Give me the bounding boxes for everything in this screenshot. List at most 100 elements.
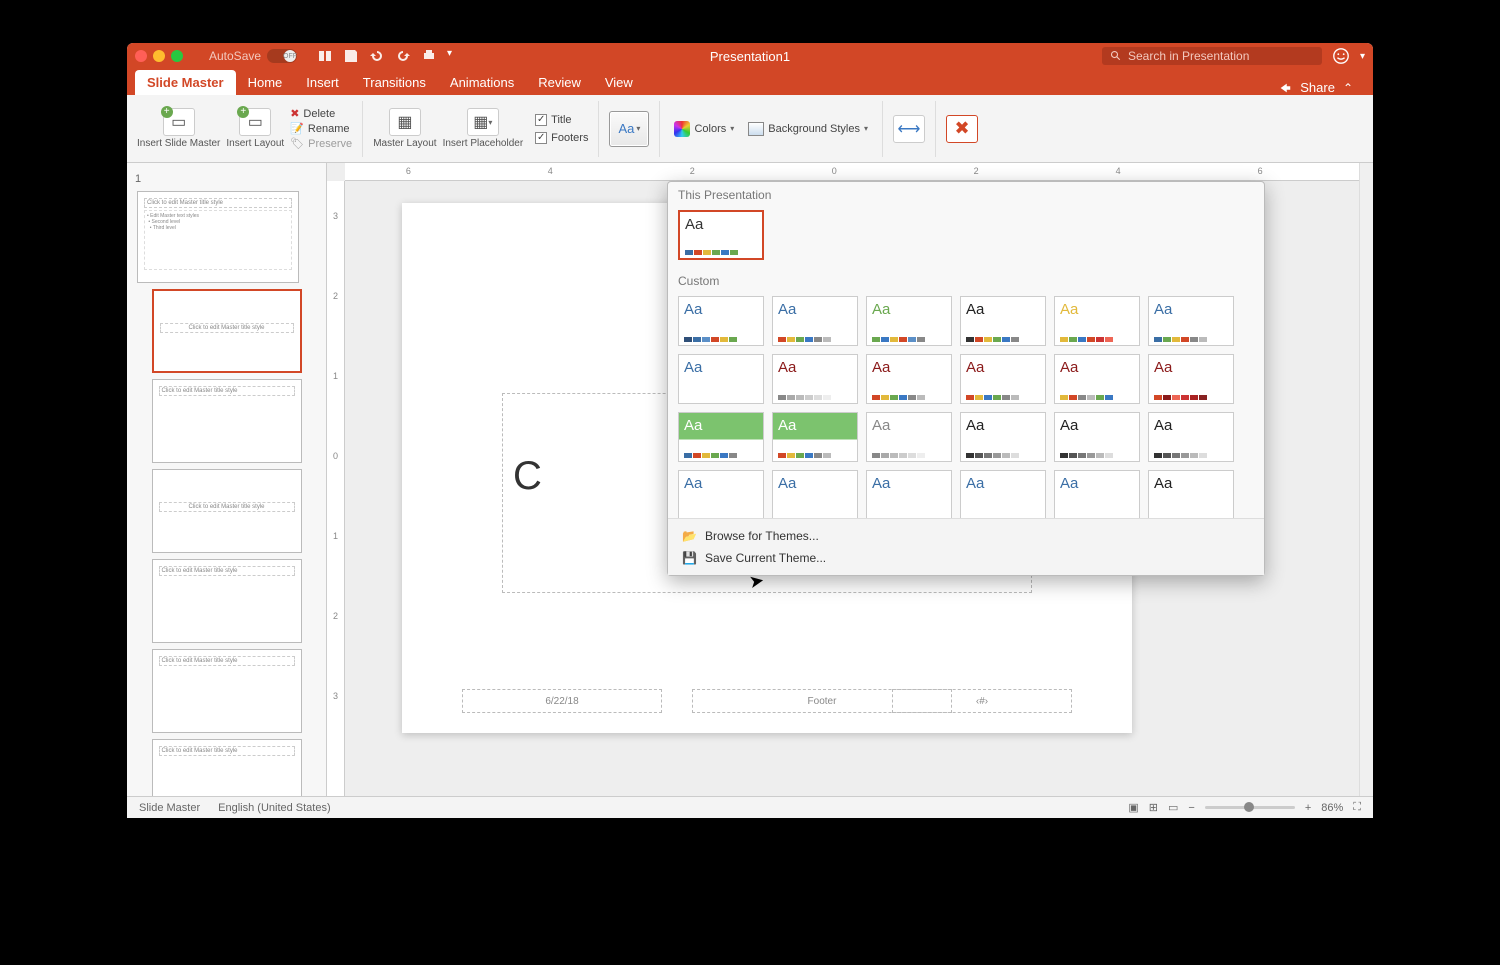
layout-thumbnail[interactable]: Click to edit Master title style bbox=[152, 289, 302, 373]
footers-checkbox[interactable]: ✓Footers bbox=[535, 132, 588, 144]
master-layout-button[interactable]: ▦ Master Layout bbox=[373, 108, 436, 149]
print-icon[interactable] bbox=[421, 48, 437, 64]
status-language[interactable]: English (United States) bbox=[218, 802, 331, 814]
save-icon[interactable] bbox=[343, 48, 359, 64]
theme-aa-label: Aa bbox=[1060, 417, 1134, 434]
theme-thumbnail[interactable]: Aa bbox=[960, 296, 1046, 346]
themes-dropdown-panel: This Presentation Aa Custom AaAaAaAaAaAa… bbox=[667, 181, 1265, 576]
theme-thumbnail[interactable]: Aa bbox=[678, 470, 764, 518]
tab-animations[interactable]: Animations bbox=[438, 70, 526, 95]
tab-review[interactable]: Review bbox=[526, 70, 593, 95]
insert-slide-master-button[interactable]: +▭ Insert Slide Master bbox=[137, 108, 220, 149]
qat-dropdown-icon[interactable]: ▾ bbox=[447, 48, 452, 64]
theme-thumbnail[interactable]: Aa bbox=[866, 470, 952, 518]
theme-thumbnail[interactable]: Aa bbox=[960, 412, 1046, 462]
theme-thumbnail[interactable]: Aa bbox=[960, 354, 1046, 404]
zoom-in-icon[interactable]: + bbox=[1305, 802, 1311, 814]
theme-thumbnail[interactable]: Aa bbox=[772, 412, 858, 462]
theme-aa-label: Aa bbox=[872, 475, 946, 492]
preserve-button[interactable]: 🏷Preserve bbox=[290, 137, 352, 150]
layout-thumbnail[interactable]: Click to edit Master title style bbox=[152, 649, 302, 733]
account-icon[interactable] bbox=[1332, 47, 1350, 65]
theme-thumbnail[interactable]: Aa bbox=[866, 354, 952, 404]
zoom-level[interactable]: 86% bbox=[1321, 802, 1343, 814]
zoom-slider[interactable] bbox=[1205, 806, 1295, 809]
theme-thumbnail[interactable]: Aa bbox=[960, 470, 1046, 518]
layout-thumbnail[interactable]: Click to edit Master title style bbox=[152, 469, 302, 553]
theme-thumbnail[interactable]: Aa bbox=[772, 296, 858, 346]
window-minimize-button[interactable] bbox=[153, 50, 165, 62]
layout-thumbnail[interactable]: Click to edit Master title style bbox=[152, 379, 302, 463]
slide-size-button[interactable]: ⟷ bbox=[893, 115, 925, 143]
redo-icon[interactable] bbox=[395, 48, 411, 64]
undo-icon[interactable] bbox=[369, 48, 385, 64]
theme-thumbnail[interactable]: Aa bbox=[678, 210, 764, 260]
colors-dropdown[interactable]: Colors▾ bbox=[670, 119, 738, 139]
layout-thumbnail[interactable]: Click to edit Master title style bbox=[152, 739, 302, 796]
window-close-button[interactable] bbox=[135, 50, 147, 62]
theme-aa-label: Aa bbox=[684, 301, 758, 318]
theme-thumbnail[interactable]: Aa bbox=[678, 354, 764, 404]
tab-insert[interactable]: Insert bbox=[294, 70, 351, 95]
theme-aa-label: Aa bbox=[966, 359, 1040, 376]
theme-swatch bbox=[684, 337, 758, 342]
theme-thumbnail[interactable]: Aa bbox=[866, 296, 952, 346]
delete-icon: ✖ bbox=[290, 107, 299, 120]
theme-thumbnail[interactable]: Aa bbox=[772, 354, 858, 404]
share-label[interactable]: Share bbox=[1300, 80, 1335, 95]
autosave-control[interactable]: AutoSave OFF bbox=[209, 49, 297, 63]
theme-swatch bbox=[778, 453, 852, 458]
theme-thumbnail[interactable]: Aa bbox=[1148, 470, 1234, 518]
insert-layout-button[interactable]: +▭ Insert Layout bbox=[226, 108, 284, 149]
layout-thumbnail[interactable]: Click to edit Master title style bbox=[152, 559, 302, 643]
theme-aa-label: Aa bbox=[1060, 301, 1134, 318]
rename-button[interactable]: 📝Rename bbox=[290, 122, 352, 135]
theme-thumbnail[interactable]: Aa bbox=[1054, 470, 1140, 518]
window-maximize-button[interactable] bbox=[171, 50, 183, 62]
close-master-button[interactable]: ✖ bbox=[946, 115, 978, 143]
tab-slide-master[interactable]: Slide Master bbox=[135, 70, 236, 95]
status-bar: Slide Master English (United States) ▣ ⊞… bbox=[127, 796, 1373, 818]
theme-thumbnail[interactable]: Aa bbox=[678, 412, 764, 462]
theme-thumbnail[interactable]: Aa bbox=[1148, 412, 1234, 462]
theme-thumbnail[interactable]: Aa bbox=[1148, 354, 1234, 404]
footer-date-placeholder[interactable]: 6/22/18 bbox=[462, 689, 662, 713]
theme-aa-label: Aa bbox=[872, 417, 946, 434]
view-normal-icon[interactable]: ▣ bbox=[1128, 801, 1138, 814]
tab-view[interactable]: View bbox=[593, 70, 645, 95]
browse-themes-item[interactable]: 📂 Browse for Themes... bbox=[668, 525, 1264, 547]
title-checkbox[interactable]: ✓Title bbox=[535, 114, 588, 126]
theme-aa-label: Aa bbox=[684, 475, 758, 492]
save-current-theme-item[interactable]: 💾 Save Current Theme... bbox=[668, 547, 1264, 569]
insert-placeholder-button[interactable]: ▦▾ Insert Placeholder bbox=[443, 108, 524, 149]
master-thumbnail[interactable]: Click to edit Master title style • Edit … bbox=[137, 191, 299, 283]
theme-thumbnail[interactable]: Aa bbox=[1054, 296, 1140, 346]
theme-thumbnail[interactable]: Aa bbox=[1148, 296, 1234, 346]
background-styles-dropdown[interactable]: Background Styles▾ bbox=[744, 120, 872, 138]
tab-transitions[interactable]: Transitions bbox=[351, 70, 438, 95]
theme-aa-label: Aa bbox=[1154, 359, 1228, 376]
delete-button[interactable]: ✖Delete bbox=[290, 107, 352, 120]
share-icon[interactable] bbox=[1278, 81, 1292, 95]
view-reading-icon[interactable]: ▭ bbox=[1168, 801, 1178, 814]
footer-number-placeholder[interactable]: ‹#› bbox=[892, 689, 1072, 713]
fit-to-window-icon[interactable]: ⛶ bbox=[1353, 801, 1361, 814]
home-icon[interactable] bbox=[317, 48, 333, 64]
view-sorter-icon[interactable]: ⊞ bbox=[1149, 801, 1158, 814]
ribbon-content: +▭ Insert Slide Master +▭ Insert Layout … bbox=[127, 95, 1373, 163]
account-dropdown-icon[interactable]: ▾ bbox=[1360, 51, 1365, 62]
search-box[interactable]: Search in Presentation bbox=[1102, 47, 1322, 65]
vertical-scrollbar[interactable] bbox=[1359, 163, 1373, 796]
theme-thumbnail[interactable]: Aa bbox=[1054, 354, 1140, 404]
theme-thumbnail[interactable]: Aa bbox=[866, 412, 952, 462]
zoom-out-icon[interactable]: − bbox=[1188, 802, 1194, 814]
theme-thumbnail[interactable]: Aa bbox=[1054, 412, 1140, 462]
section-custom: Custom bbox=[668, 268, 1264, 292]
slide-thumbnails-panel[interactable]: 1 Click to edit Master title style • Edi… bbox=[127, 163, 327, 796]
themes-dropdown-button[interactable]: Aa▾ bbox=[609, 111, 649, 147]
tab-home[interactable]: Home bbox=[236, 70, 295, 95]
ribbon-collapse-icon[interactable]: ⌃ bbox=[1343, 81, 1353, 95]
theme-thumbnail[interactable]: Aa bbox=[678, 296, 764, 346]
autosave-toggle[interactable]: OFF bbox=[267, 49, 297, 63]
theme-thumbnail[interactable]: Aa bbox=[772, 470, 858, 518]
